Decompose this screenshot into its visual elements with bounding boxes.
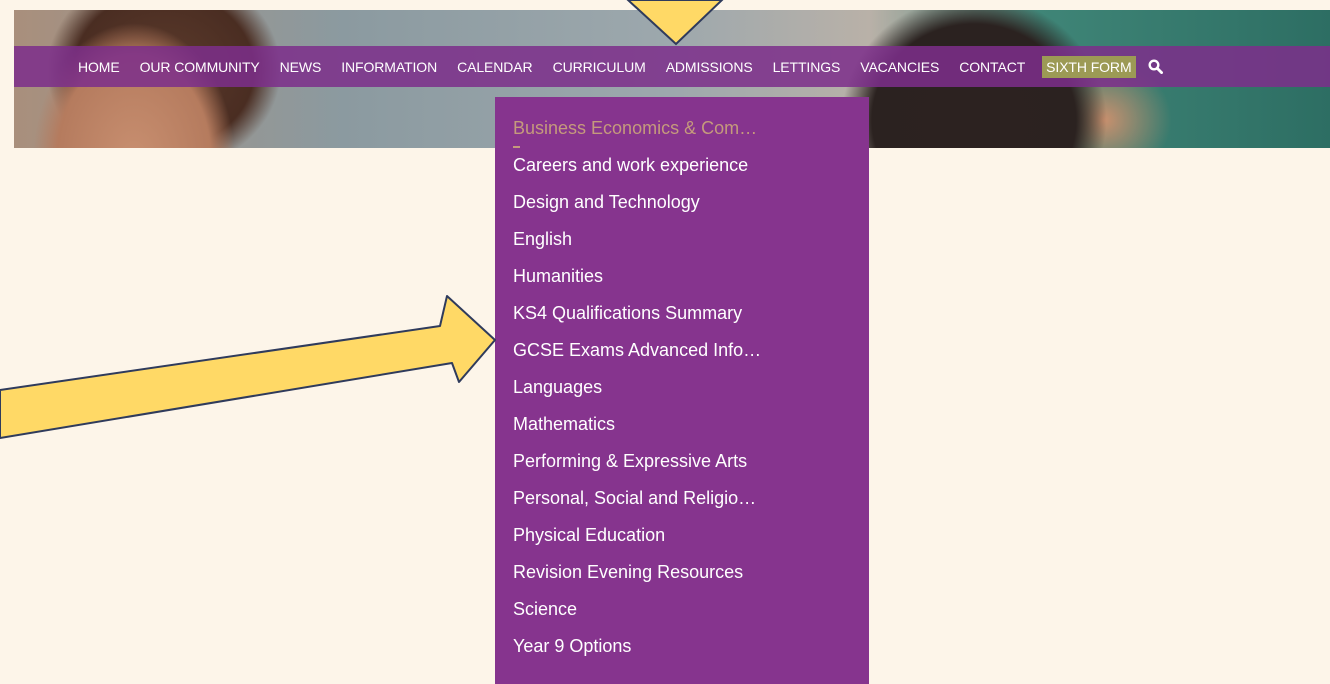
dropdown-item-revision-evening[interactable]: Revision Evening Resources bbox=[513, 557, 761, 594]
nav-item-contact[interactable]: CONTACT bbox=[956, 56, 1028, 78]
nav-item-our-community[interactable]: OUR COMMUNITY bbox=[137, 56, 263, 78]
nav-item-home[interactable]: HOME bbox=[75, 56, 123, 78]
nav-item-lettings[interactable]: LETTINGS bbox=[770, 56, 844, 78]
dropdown-item-design-technology[interactable]: Design and Technology bbox=[513, 187, 761, 224]
dropdown-item-careers[interactable]: Careers and work experience bbox=[513, 150, 761, 187]
curriculum-dropdown-menu: Business Economics & Com… Careers and wo… bbox=[495, 97, 869, 684]
nav-item-sixth-form[interactable]: SIXTH FORM bbox=[1042, 55, 1136, 78]
dropdown-item-languages[interactable]: Languages bbox=[513, 372, 761, 409]
nav-item-admissions[interactable]: ADMISSIONS bbox=[663, 56, 756, 78]
dropdown-item-business-economics[interactable]: Business Economics & Com… bbox=[513, 113, 761, 150]
search-icon[interactable] bbox=[1148, 59, 1163, 75]
main-navigation: HOME OUR COMMUNITY NEWS INFORMATION CALE… bbox=[14, 46, 1330, 87]
nav-item-curriculum[interactable]: CURRICULUM bbox=[550, 56, 649, 78]
dropdown-item-physical-education[interactable]: Physical Education bbox=[513, 520, 761, 557]
dropdown-item-performing-arts[interactable]: Performing & Expressive Arts bbox=[513, 446, 761, 483]
dropdown-item-humanities[interactable]: Humanities bbox=[513, 261, 761, 298]
active-item-indicator bbox=[513, 146, 520, 148]
dropdown-item-ks4-qualifications[interactable]: KS4 Qualifications Summary bbox=[513, 298, 761, 335]
nav-item-calendar[interactable]: CALENDAR bbox=[454, 56, 535, 78]
dropdown-item-personal-social-religious[interactable]: Personal, Social and Religio… bbox=[513, 483, 761, 520]
dropdown-item-mathematics[interactable]: Mathematics bbox=[513, 409, 761, 446]
nav-item-information[interactable]: INFORMATION bbox=[338, 56, 440, 78]
dropdown-item-gcse-exams[interactable]: GCSE Exams Advanced Info… bbox=[513, 335, 761, 372]
dropdown-item-science[interactable]: Science bbox=[513, 594, 761, 631]
nav-item-news[interactable]: NEWS bbox=[277, 56, 325, 78]
nav-item-vacancies[interactable]: VACANCIES bbox=[857, 56, 942, 78]
dropdown-item-english[interactable]: English bbox=[513, 224, 761, 261]
dropdown-item-year-9-options[interactable]: Year 9 Options bbox=[513, 631, 761, 668]
nav-items: HOME OUR COMMUNITY NEWS INFORMATION CALE… bbox=[75, 55, 1163, 78]
dropdown-list: Business Economics & Com… Careers and wo… bbox=[513, 113, 761, 668]
right-arrow-annotation bbox=[0, 295, 496, 439]
